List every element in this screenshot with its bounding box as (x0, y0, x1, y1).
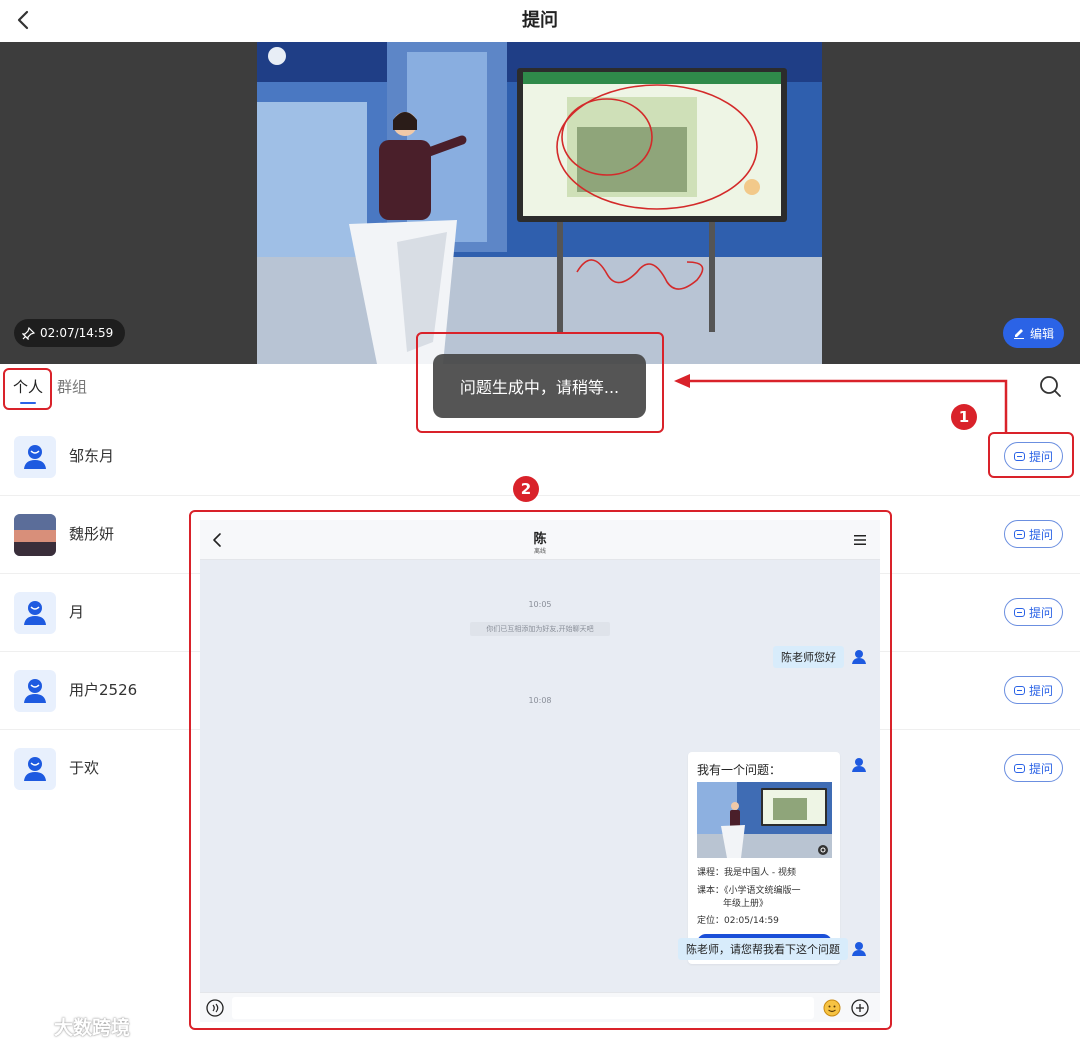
user-icon (24, 679, 46, 703)
playback-time-chip[interactable]: 02:07/14:59 (14, 319, 126, 347)
step-badge-1: 1 (951, 404, 977, 430)
message-icon (1013, 763, 1025, 773)
tab-group[interactable]: 群组 (57, 376, 87, 397)
annotation-box-toast (416, 332, 664, 433)
ask-button[interactable]: 提问 (1004, 598, 1063, 626)
message-icon (1013, 529, 1025, 539)
video-frame (257, 42, 822, 364)
ask-button[interactable]: 提问 (1004, 676, 1063, 704)
search-button[interactable] (1038, 374, 1064, 400)
pencil-icon (1013, 329, 1024, 339)
ask-button[interactable]: 提问 (1004, 754, 1063, 782)
brand-logo-icon (9, 1018, 48, 1030)
page-title: 提问 (522, 10, 558, 31)
avatar (14, 514, 56, 556)
avatar (14, 748, 56, 790)
ask-label: 提问 (1028, 527, 1053, 542)
tab-group-label: 群组 (57, 378, 88, 396)
message-icon (1013, 607, 1025, 617)
user-icon (24, 601, 46, 625)
message-icon (1013, 685, 1025, 695)
video-player[interactable]: 02:07/14:59 编辑 (0, 42, 1080, 364)
ask-button[interactable]: 提问 (1004, 520, 1063, 548)
user-icon (24, 445, 46, 469)
avatar (14, 436, 56, 478)
ask-label: 提问 (1028, 761, 1053, 776)
step-badge-2: 2 (513, 476, 539, 502)
contact-name: 于欢 (69, 759, 100, 777)
annotation-box-ask (988, 432, 1074, 478)
watermark: 大数跨境 (8, 1012, 130, 1040)
avatar (14, 670, 56, 712)
ask-label: 提问 (1028, 605, 1053, 620)
contact-name: 魏彤妍 (69, 525, 115, 543)
contact-name: 用户2526 (69, 681, 138, 699)
sunset-photo-avatar (14, 514, 56, 556)
contact-name: 月 (69, 603, 85, 621)
annotation-box-tab (3, 368, 52, 410)
annotation-box-chat (189, 510, 892, 1030)
user-icon (24, 757, 46, 781)
top-bar: 提问 (0, 0, 1080, 40)
edit-label: 编辑 (1029, 326, 1054, 341)
avatar (14, 592, 56, 634)
pin-icon (22, 326, 35, 340)
lesson-video-still (257, 42, 822, 364)
ask-label: 提问 (1028, 683, 1053, 698)
screenshot-page: 提问 02:07/14:59 编辑 个人 群组 邹东月 提问 魏彤妍 提问 月 … (0, 0, 1080, 1046)
search-icon (1040, 376, 1061, 397)
watermark-text: 大数跨境 (54, 1016, 131, 1039)
playback-time: 02:07/14:59 (40, 326, 114, 340)
edit-button[interactable]: 编辑 (1003, 318, 1064, 348)
contact-name: 邹东月 (69, 447, 115, 465)
